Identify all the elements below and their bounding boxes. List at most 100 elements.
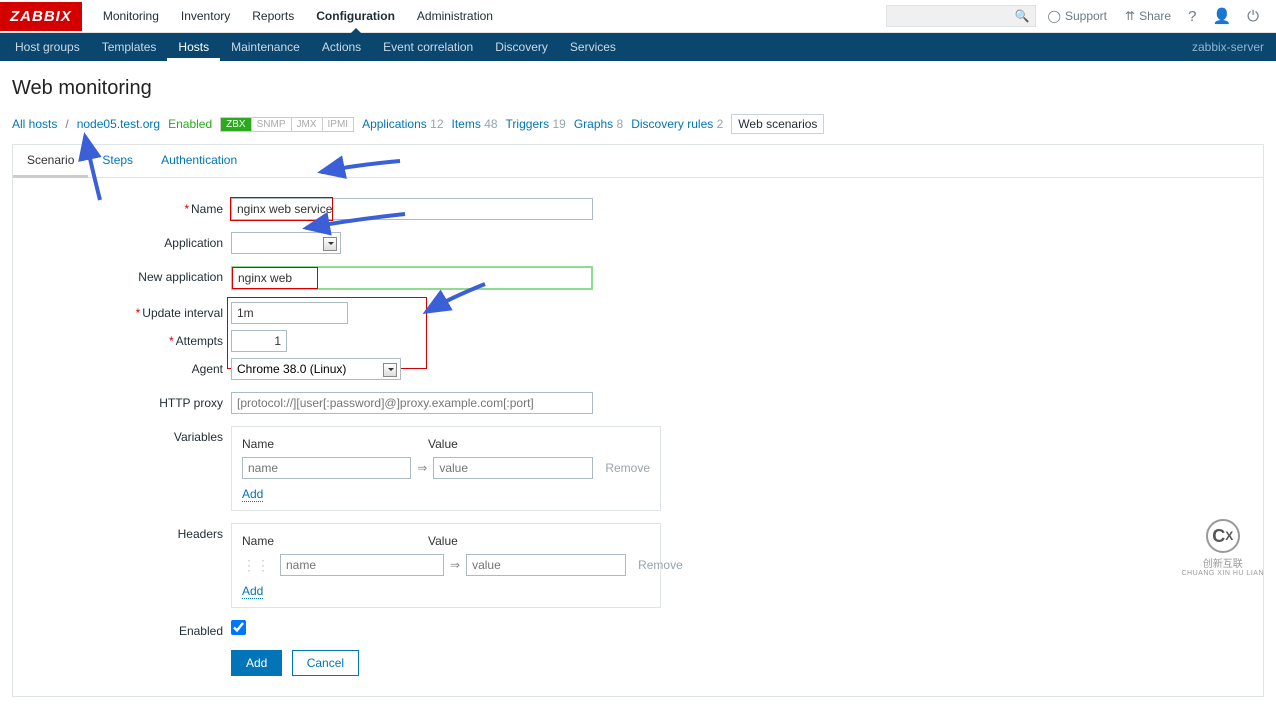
variables-remove: Remove xyxy=(605,461,650,475)
label-enabled: Enabled xyxy=(27,620,231,638)
subnav-hostgroups[interactable]: Host groups xyxy=(4,33,91,61)
page: Web monitoring All hosts / node05.test.o… xyxy=(0,61,1276,727)
search-input[interactable] xyxy=(886,5,1036,27)
arrow-icon: ⇒ xyxy=(417,461,427,475)
subnav-templates[interactable]: Templates xyxy=(91,33,168,61)
form-buttons: Add Cancel xyxy=(231,650,1249,676)
variables-hdr-value: Value xyxy=(428,437,458,451)
label-variables: Variables xyxy=(27,426,231,444)
page-title: Web monitoring xyxy=(12,77,1264,100)
subnav-eventcorrelation[interactable]: Event correlation xyxy=(372,33,484,61)
variables-name-input[interactable] xyxy=(242,457,411,479)
crumb-triggers-label[interactable]: Triggers xyxy=(506,117,550,131)
label-updateinterval: *Update interval xyxy=(27,302,231,320)
tabs-box: Scenario Steps Authentication *Name .row… xyxy=(12,144,1264,697)
power-icon[interactable]: ⏻ xyxy=(1242,6,1264,27)
proto-zbx: ZBX xyxy=(221,118,251,131)
subnav-services[interactable]: Services xyxy=(559,33,627,61)
crumb-sep: / xyxy=(65,117,68,131)
topnav-monitoring[interactable]: Monitoring xyxy=(92,0,170,32)
topnav-configuration[interactable]: Configuration xyxy=(305,0,406,32)
proto-snmp: SNMP xyxy=(252,118,292,131)
httpproxy-field[interactable] xyxy=(231,392,593,414)
top-right: 🔍 ◯ Support ⇈ Share ? 👤 ⏻ xyxy=(886,0,1276,32)
crumb-triggers[interactable]: Triggers 19 xyxy=(506,117,566,131)
variables-hdr-name: Name xyxy=(242,437,428,451)
sub-nav: Host groups Templates Hosts Maintenance … xyxy=(0,33,1276,61)
server-label: zabbix-server xyxy=(1180,33,1276,61)
crumb-applications-count: 12 xyxy=(430,117,443,131)
subnav-discovery[interactable]: Discovery xyxy=(484,33,559,61)
headers-name-input[interactable] xyxy=(280,554,444,576)
tabs: Scenario Steps Authentication xyxy=(13,145,1263,178)
label-name2: *Name xyxy=(27,198,231,216)
search-wrap: 🔍 xyxy=(886,5,1036,27)
support-link[interactable]: ◯ Support xyxy=(1042,5,1113,27)
agent-select[interactable]: Chrome 38.0 (Linux) xyxy=(231,358,401,380)
crumb-applications-label[interactable]: Applications xyxy=(362,117,427,131)
proto-jmx: JMX xyxy=(292,118,323,131)
proto-indicators: ZBX SNMP JMX IPMI xyxy=(220,117,354,132)
headers-hdr-name: Name xyxy=(242,534,428,548)
variables-box: NameValue ⇒ Remove Add xyxy=(231,426,661,511)
add-button[interactable]: Add xyxy=(231,650,282,676)
crumb-applications[interactable]: Applications 12 xyxy=(362,117,443,131)
cancel-button[interactable]: Cancel xyxy=(292,650,359,676)
crumb-discovery[interactable]: Discovery rules 2 xyxy=(631,117,723,131)
tab-steps[interactable]: Steps xyxy=(88,145,147,177)
headers-value-input[interactable] xyxy=(466,554,626,576)
drag-icon[interactable]: ⋮⋮ xyxy=(242,557,270,574)
headers-box: NameValue ⋮⋮ ⇒ Remove Add xyxy=(231,523,661,608)
enabled-checkbox[interactable] xyxy=(231,620,246,635)
name-field[interactable] xyxy=(231,198,593,220)
top-nav: ZABBIX Monitoring Inventory Reports Conf… xyxy=(0,0,1276,33)
label-httpproxy: HTTP proxy xyxy=(27,392,231,410)
crumb-triggers-count: 19 xyxy=(552,117,565,131)
crumb-allhosts[interactable]: All hosts xyxy=(12,117,57,131)
application-select[interactable] xyxy=(231,232,341,254)
watermark-en: CHUANG XIN HU LIAN xyxy=(1181,570,1264,577)
crumb-items[interactable]: Items 48 xyxy=(452,117,498,131)
topnav-reports[interactable]: Reports xyxy=(241,0,305,32)
label-headers: Headers xyxy=(27,523,231,541)
label-agent: Agent xyxy=(27,358,231,376)
newapplication-field[interactable] xyxy=(231,266,593,290)
footer-watermark: CX 创新互联 CHUANG XIN HU LIAN xyxy=(1181,519,1264,577)
help-icon[interactable]: ? xyxy=(1183,6,1201,27)
crumb-host[interactable]: node05.test.org xyxy=(77,117,160,131)
watermark-icon: CX xyxy=(1206,519,1240,553)
headers-add-link[interactable]: Add xyxy=(242,584,263,599)
subnav-actions[interactable]: Actions xyxy=(311,33,372,61)
label-application: Application xyxy=(27,232,231,250)
share-link[interactable]: ⇈ Share xyxy=(1119,5,1177,27)
crumb-items-label[interactable]: Items xyxy=(452,117,481,131)
topnav-menu: Monitoring Inventory Reports Configurati… xyxy=(92,0,504,32)
crumb-graphs[interactable]: Graphs 8 xyxy=(574,117,623,131)
crumb-items-count: 48 xyxy=(484,117,497,131)
watermark-cn: 创新互联 xyxy=(1181,555,1264,570)
crumb-discovery-count: 2 xyxy=(717,117,724,131)
arrow-icon: ⇒ xyxy=(450,558,460,572)
label-attempts: *Attempts xyxy=(27,330,231,348)
proto-ipmi: IPMI xyxy=(323,118,354,131)
attempts-field[interactable] xyxy=(231,330,287,352)
updateinterval-field[interactable] xyxy=(231,302,348,324)
topnav-inventory[interactable]: Inventory xyxy=(170,0,241,32)
user-icon[interactable]: 👤 xyxy=(1207,5,1236,27)
subnav-hosts[interactable]: Hosts xyxy=(167,33,220,61)
breadcrumb: All hosts / node05.test.org Enabled ZBX … xyxy=(12,114,1264,134)
headers-remove: Remove xyxy=(638,558,683,572)
tab-scenario[interactable]: Scenario xyxy=(13,145,88,178)
subnav-maintenance[interactable]: Maintenance xyxy=(220,33,311,61)
variables-value-input[interactable] xyxy=(433,457,593,479)
headers-hdr-value: Value xyxy=(428,534,458,548)
variables-add-link[interactable]: Add xyxy=(242,487,263,502)
crumb-discovery-label[interactable]: Discovery rules xyxy=(631,117,713,131)
crumb-enabled: Enabled xyxy=(168,117,212,131)
crumb-webscenarios[interactable]: Web scenarios xyxy=(731,114,824,134)
crumb-graphs-count: 8 xyxy=(617,117,624,131)
topnav-administration[interactable]: Administration xyxy=(406,0,504,32)
tab-authentication[interactable]: Authentication xyxy=(147,145,251,177)
search-icon[interactable]: 🔍 xyxy=(1015,9,1030,23)
crumb-graphs-label[interactable]: Graphs xyxy=(574,117,613,131)
